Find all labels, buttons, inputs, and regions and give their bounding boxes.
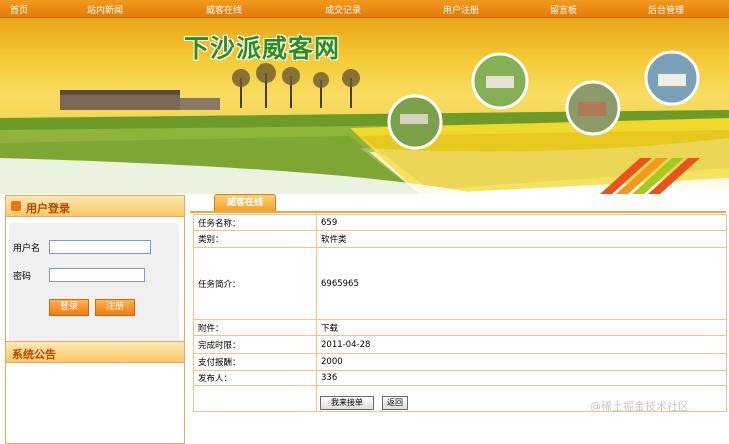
notice-content	[6, 363, 184, 443]
notice-panel-header: 系统公告	[6, 342, 184, 363]
attachment-label: 附件：	[193, 319, 317, 336]
login-title: 用户登录	[26, 202, 70, 215]
publisher-label: 发布人：	[193, 370, 317, 386]
notice-panel: 系统公告	[5, 341, 185, 444]
login-icon	[11, 201, 21, 211]
nav-home[interactable]: 首页	[10, 3, 28, 16]
header-banner: 下沙派威客网	[0, 18, 729, 194]
password-input[interactable]	[49, 268, 145, 282]
deadline-value: 2011-04-28	[316, 335, 727, 354]
banner-scenery	[0, 50, 729, 194]
password-label: 密码	[13, 272, 32, 282]
username-label: 用户名	[13, 244, 41, 254]
task-detail-table: 任务名称： 659 类别： 软件类 任务简介： 6965965 附件： 下载 完…	[193, 214, 727, 412]
login-button[interactable]: 登录	[49, 299, 89, 316]
category-label: 类别：	[193, 230, 317, 248]
reward-label: 支付报酬：	[193, 353, 317, 371]
back-button[interactable]: 返回	[382, 396, 408, 410]
reward-value: 2000	[316, 353, 727, 371]
sidebar: 用户登录 用户名 密码 登录 注册 系统公告	[5, 195, 185, 444]
task-intro-label: 任务简介：	[193, 247, 317, 320]
table-row: 任务名称： 659	[193, 214, 727, 231]
table-row: 发布人： 336	[193, 370, 727, 386]
task-name-value: 659	[316, 214, 727, 231]
attachment-download-link[interactable]: 下载	[316, 319, 727, 336]
login-form: 用户名 密码 登录 注册	[9, 223, 179, 351]
table-row: 附件： 下载	[193, 319, 727, 336]
watermark: @稀土掘金技术社区	[590, 400, 689, 413]
nav-register[interactable]: 用户注册	[443, 3, 479, 16]
nav-admin[interactable]: 后台管理	[648, 3, 684, 16]
table-row: 完成时限： 2011-04-28	[193, 335, 727, 354]
table-row: 支付报酬： 2000	[193, 353, 727, 371]
nav-news[interactable]: 站内新闻	[87, 3, 123, 16]
login-panel: 用户登录 用户名 密码 登录 注册	[5, 195, 185, 358]
deadline-label: 完成时限：	[193, 335, 317, 354]
table-row: 任务简介： 6965965	[193, 247, 727, 320]
nav-guestbook[interactable]: 留言板	[550, 3, 577, 16]
task-name-label: 任务名称：	[193, 214, 317, 231]
login-panel-header: 用户登录	[6, 196, 184, 217]
nav-witkey-online[interactable]: 威客在线	[206, 3, 242, 16]
site-title: 下沙派威客网	[184, 34, 341, 63]
username-input[interactable]	[49, 240, 151, 254]
top-nav: 首页 站内新闻 威客在线 成交记录 用户注册 留言板 后台管理	[0, 0, 729, 18]
publisher-value: 336	[316, 370, 727, 386]
accept-task-button[interactable]: 我来接单	[320, 396, 374, 410]
task-intro-value: 6965965	[316, 247, 727, 320]
category-value: 软件类	[316, 230, 727, 248]
table-row: 类别： 软件类	[193, 230, 727, 248]
notice-title: 系统公告	[12, 348, 56, 361]
nav-deal-records[interactable]: 成交记录	[325, 3, 361, 16]
register-button[interactable]: 注册	[95, 299, 135, 316]
